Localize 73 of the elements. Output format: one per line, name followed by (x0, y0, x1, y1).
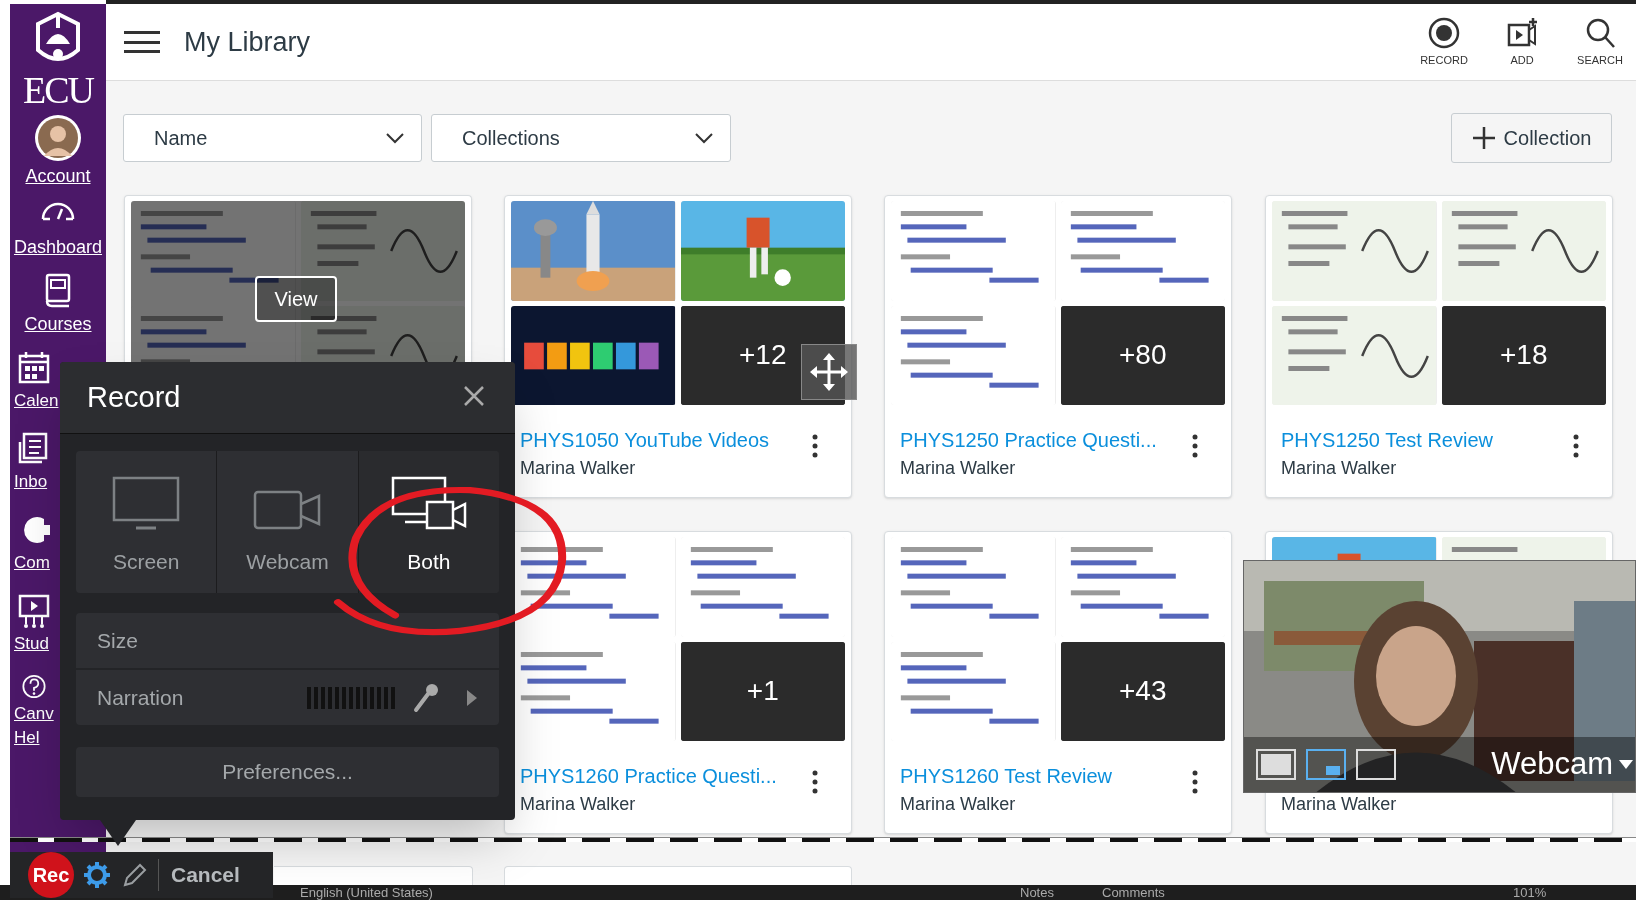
item-count: +18 (1500, 338, 1548, 373)
collection-title[interactable]: PHYS1260 Test Review (900, 761, 1112, 791)
item-count: +80 (1119, 338, 1167, 373)
monitor-icon (112, 475, 181, 532)
author-name: Marina Walker (520, 457, 636, 480)
sidebar-link[interactable]: Canv Hel (14, 702, 54, 750)
zoom-level: 101% (1513, 885, 1547, 900)
add-collection-button[interactable]: Collection (1451, 113, 1612, 163)
sidebar-link[interactable]: Com (14, 551, 50, 575)
notes-button[interactable]: Notes (1020, 885, 1054, 900)
logo-text: ECU (23, 72, 93, 108)
toolbar-button[interactable]: SEARCH (1572, 15, 1628, 69)
settings-icon (83, 861, 111, 889)
screen-and-camera-icon (390, 475, 467, 532)
view-button[interactable]: View (255, 276, 337, 322)
cancel-button[interactable]: Cancel (171, 859, 240, 891)
kebab-menu-icon[interactable] (1191, 770, 1199, 794)
collection-card[interactable]: +80 PHYS1250 Practice Questi... Marina Walker (884, 195, 1232, 498)
collection-title[interactable]: PHYS1250 Test Review (1281, 425, 1493, 455)
author-name: Marina Walker (1281, 457, 1397, 480)
rec-button[interactable]: Rec (28, 852, 74, 898)
setting-row[interactable]: Size (76, 613, 499, 668)
microphone-icon (413, 682, 439, 713)
sidebar-link[interactable]: Courses (24, 312, 92, 336)
collection-card[interactable]: +1 PHYS1260 Practice Questi... Marina Walker (504, 531, 852, 834)
author-name: Marina Walker (520, 793, 636, 816)
caret-right-icon (467, 689, 477, 706)
kebab-menu-icon[interactable] (811, 434, 819, 458)
toolbar-button[interactable]: RECORD (1416, 15, 1472, 69)
collection-card[interactable]: +43 PHYS1260 Test Review Marina Walker (884, 531, 1232, 834)
sidebar-link[interactable]: Dashboard (13, 235, 103, 259)
plus-icon (1471, 126, 1496, 150)
sidebar-link[interactable]: Account (25, 164, 91, 188)
dropdown[interactable]: Collections (431, 114, 731, 162)
kebab-menu-icon[interactable] (811, 770, 819, 794)
caret-down-icon (1619, 760, 1633, 769)
close-button[interactable] (463, 384, 487, 408)
close-icon (463, 385, 485, 407)
sidebar-link[interactable]: Stud (14, 632, 49, 656)
author-name: Marina Walker (900, 457, 1016, 480)
mode-tab[interactable]: Both (357, 451, 499, 593)
chevron-down-icon (694, 132, 714, 144)
move-handle[interactable] (801, 344, 857, 400)
collection-title[interactable]: PHYS1250 Practice Questi... (900, 425, 1157, 455)
kebab-menu-icon[interactable] (1572, 434, 1580, 458)
author-name: Marina Walker (1281, 793, 1397, 816)
collection-card[interactable]: +18 PHYS1250 Test Review Marina Walker (1265, 195, 1613, 498)
dropdown[interactable]: Name (123, 114, 422, 162)
comments-button[interactable]: Comments (1102, 885, 1165, 900)
preferences-button[interactable]: Preferences... (76, 747, 499, 797)
mode-tab[interactable]: Screen (76, 451, 217, 593)
page-title: My Library (184, 25, 311, 59)
collection-title[interactable]: PHYS1260 Practice Questi... (520, 761, 777, 791)
status-text: English (United States) (300, 885, 433, 900)
toolbar-button[interactable]: ADD (1494, 15, 1550, 69)
collection-title[interactable]: PHYS1050 YouTube Videos (520, 425, 770, 455)
collection-card[interactable]: View (124, 195, 472, 362)
pencil-icon (122, 862, 148, 888)
kebab-menu-icon[interactable] (1191, 434, 1199, 458)
setting-row[interactable]: Narration (76, 670, 499, 725)
record-icon (1427, 15, 1461, 50)
chevron-down-icon (385, 132, 405, 144)
move-icon (809, 352, 849, 392)
author-name: Marina Walker (900, 793, 1016, 816)
sidebar-link[interactable]: Calen (14, 389, 59, 413)
avatar (34, 114, 82, 162)
item-count: +43 (1119, 674, 1167, 709)
settings-button[interactable] (82, 860, 112, 890)
dialog-title: Record (87, 380, 181, 415)
item-count: +12 (739, 338, 787, 373)
item-count: +1 (746, 674, 779, 709)
mode-tab[interactable]: Webcam (216, 451, 358, 593)
sidebar-link[interactable]: Inbo (14, 470, 48, 494)
